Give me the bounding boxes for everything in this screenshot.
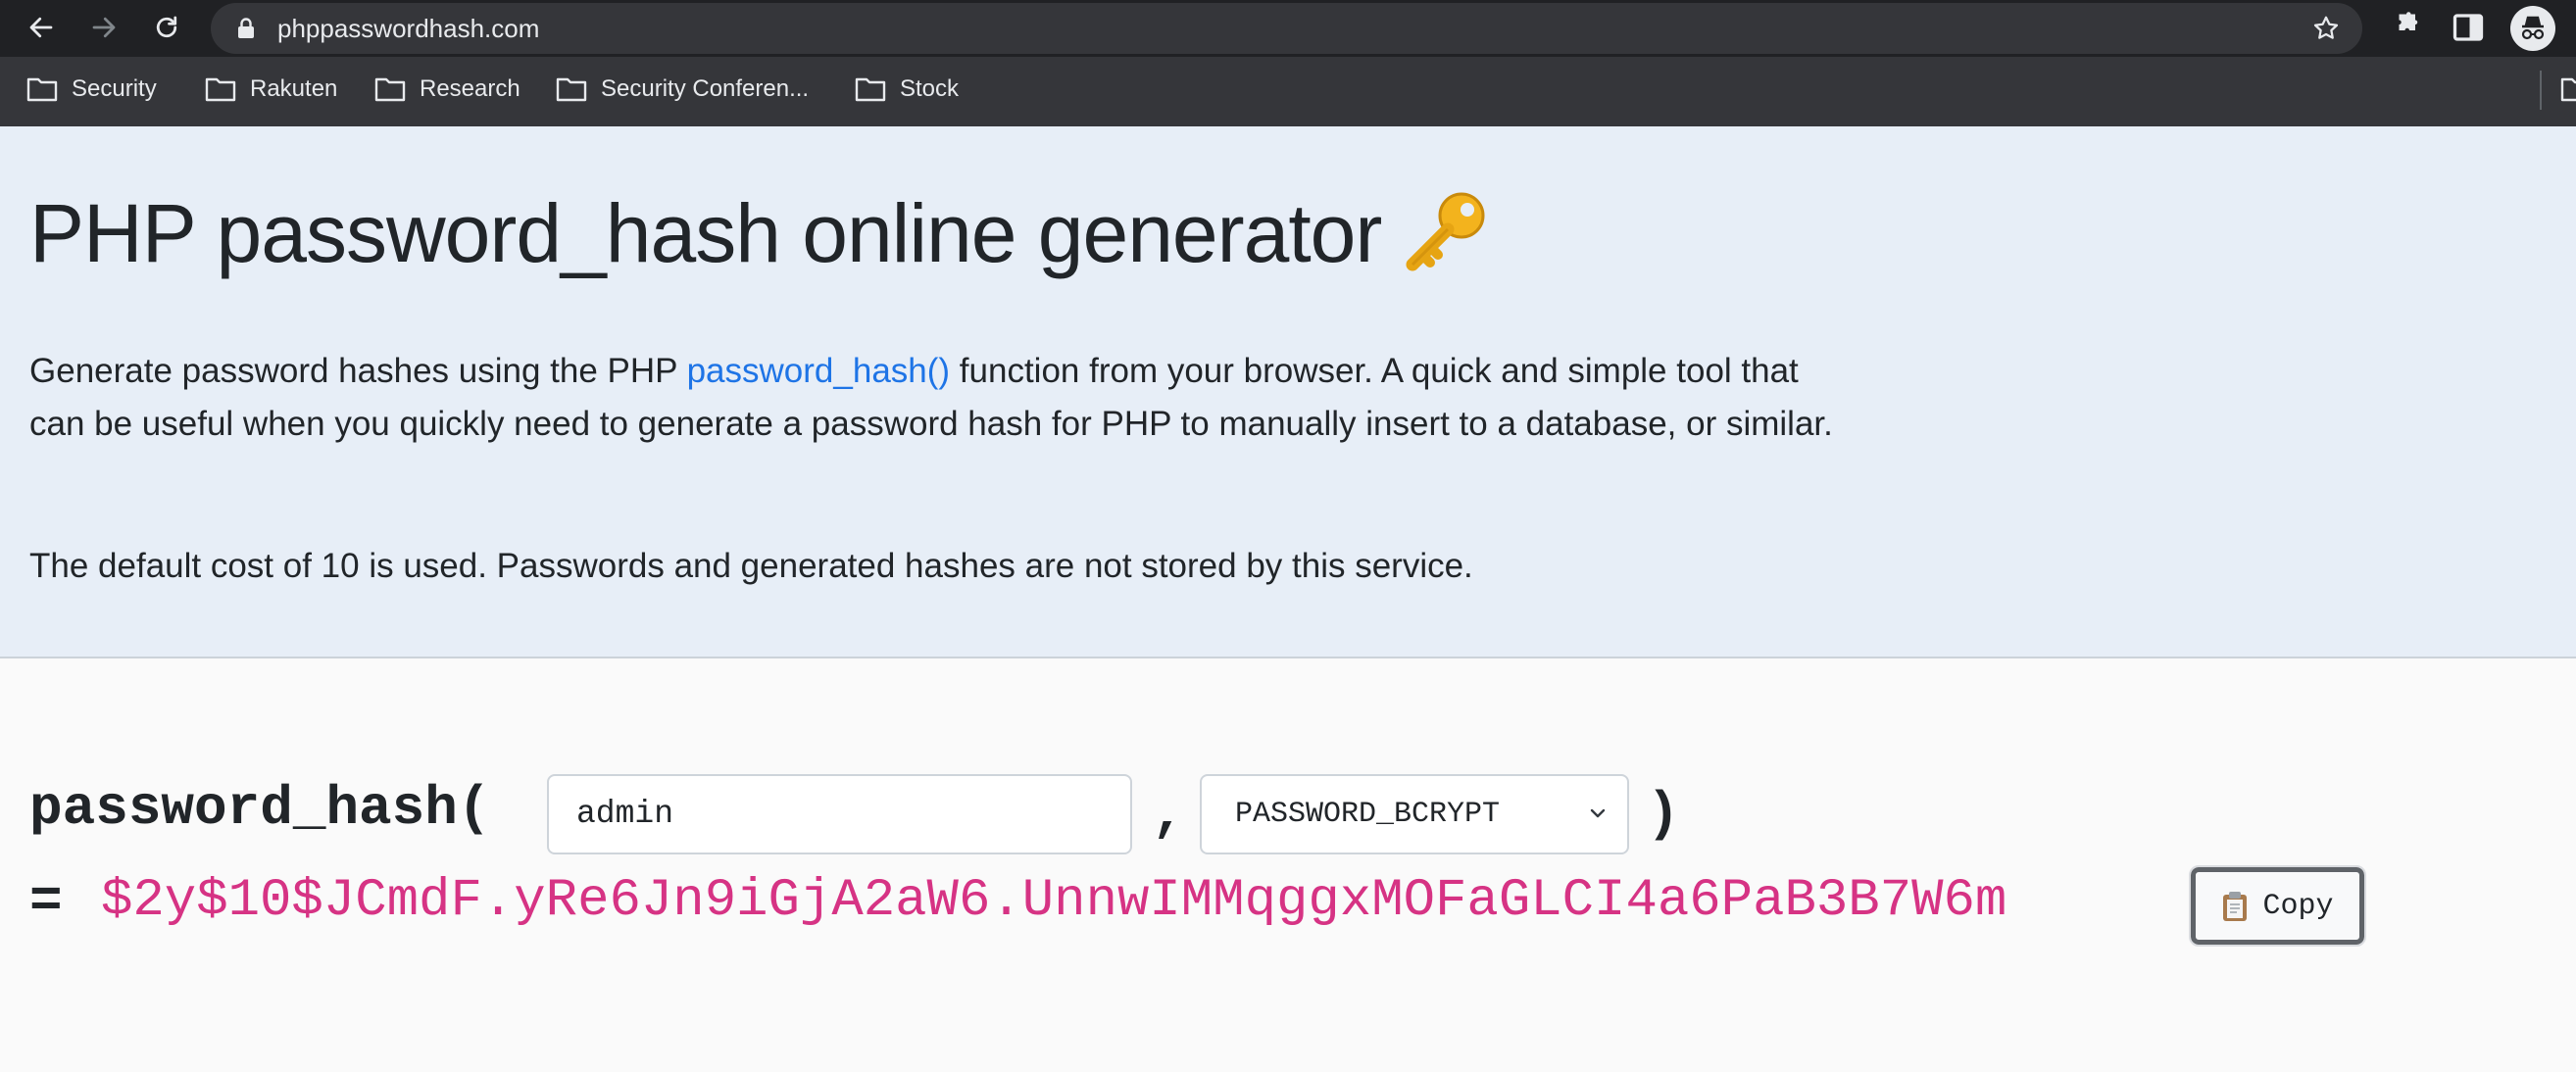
folder-icon (374, 77, 406, 102)
bookmark-folder-rakuten[interactable]: Rakuten (205, 57, 337, 122)
folder-icon (205, 77, 236, 102)
back-button[interactable] (22, 8, 61, 47)
bookmark-star-icon[interactable] (2311, 14, 2341, 43)
algorithm-select[interactable]: PASSWORD_BCRYPT (1200, 774, 1629, 854)
reload-icon (156, 16, 177, 38)
bookmark-folder-security-conferences[interactable]: Security Conferen... (556, 57, 809, 122)
clipboard-icon (2223, 891, 2248, 921)
folder-icon (26, 77, 58, 102)
lock-icon (238, 18, 254, 38)
bookmark-label: Rakuten (250, 75, 338, 102)
bookmark-folder-research[interactable]: Research (374, 57, 520, 122)
key-emoji-icon (1401, 186, 1491, 293)
other-bookmarks-folder-icon[interactable] (2560, 76, 2576, 102)
address-bar[interactable]: phppasswordhash.com (211, 3, 2362, 54)
equals-sign: = (29, 870, 63, 933)
folder-icon (556, 77, 587, 102)
function-name: password_hash( (29, 777, 491, 840)
copy-label: Copy (2262, 889, 2334, 923)
url-text: phppasswordhash.com (277, 14, 540, 43)
incognito-avatar-icon[interactable] (2509, 5, 2556, 52)
reload-button[interactable] (147, 8, 186, 47)
side-panel-icon[interactable] (2451, 10, 2486, 45)
hash-output: $2y$10$JCmdF.yRe6Jn9iGjA2aW6.UnnwIMMqggx… (101, 871, 2007, 931)
intro-paragraph: Generate password hashes using the PHP p… (29, 352, 1833, 443)
copy-button[interactable]: Copy (2189, 865, 2366, 947)
page-title: PHP password_hash online generator (29, 186, 1491, 293)
browser-toolbar: phppasswordhash.com (0, 0, 2576, 57)
extensions-icon[interactable] (2389, 10, 2424, 45)
bookmark-label: Research (420, 75, 520, 102)
bookmark-label: Stock (900, 75, 960, 102)
algorithm-selected-value: PASSWORD_BCRYPT (1235, 798, 1501, 831)
bookmarks-separator (2540, 71, 2542, 110)
cost-note: The default cost of 10 is used. Password… (29, 547, 1473, 585)
bookmarks-bar: Security Rakuten Research Security Confe… (0, 57, 2576, 126)
closing-paren: ) (1647, 783, 1680, 846)
bookmark-folder-stock[interactable]: Stock (855, 57, 959, 122)
bookmark-label: Security Conferen... (601, 75, 810, 102)
back-arrow-icon (29, 17, 53, 38)
password-hash-docs-link[interactable]: password_hash() (687, 352, 950, 390)
folder-icon (855, 77, 886, 102)
argument-comma: , (1152, 783, 1185, 846)
chevron-down-icon (1590, 808, 1606, 818)
bookmark-label: Security (72, 75, 157, 102)
password-input[interactable]: admin (547, 774, 1132, 854)
bookmark-folder-security[interactable]: Security (26, 57, 157, 122)
forward-button[interactable] (84, 8, 124, 47)
forward-arrow-icon (92, 17, 116, 38)
